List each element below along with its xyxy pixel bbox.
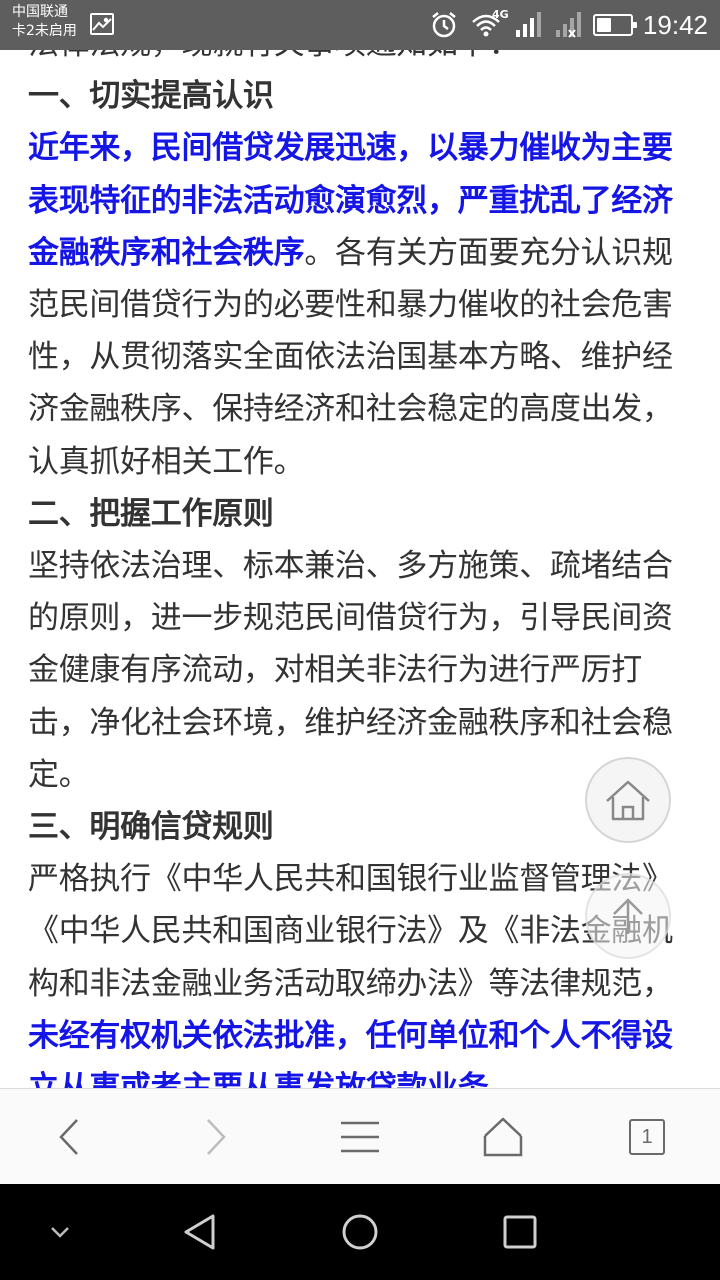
tab-count: 1	[641, 1125, 653, 1148]
nav-back-button[interactable]	[155, 1184, 245, 1280]
signal-icon	[515, 12, 541, 37]
system-nav-bar	[0, 1184, 720, 1280]
status-bar: 中国联通 卡2未启用 4G 19:42	[0, 0, 720, 50]
carrier-info: 中国联通 卡2未启用	[12, 3, 77, 40]
wifi-icon	[472, 14, 500, 37]
nav-recents-button[interactable]	[475, 1184, 565, 1280]
collapse-icon	[51, 1227, 69, 1238]
heading-section-2: 二、把握工作原则	[28, 495, 274, 532]
menu-icon	[341, 1121, 379, 1153]
body-text: 。各有关方面要充分认识规范民间借贷行为的必要性和暴力催收的社会危害性，从贯彻落实…	[28, 234, 673, 480]
battery-level	[596, 18, 612, 32]
home-button[interactable]	[463, 1089, 543, 1185]
heading-section-3: 三、明确信贷规则	[28, 809, 274, 846]
chevron-right-icon	[207, 1119, 226, 1155]
recents-square-icon	[503, 1215, 537, 1249]
paragraph-section-2: 坚持依法治理、标本兼治、多方施策、疏堵结合的原则，进一步规范民间借贷行为，引导民…	[28, 548, 673, 793]
chevron-left-icon	[59, 1119, 78, 1155]
paragraph-section-1: 近年来，民间借贷发展迅速，以暴力催收为主要表现特征的非法活动愈演愈烈，严重扰乱了…	[28, 122, 676, 487]
forward-button[interactable]	[175, 1089, 255, 1185]
alarm-icon	[432, 12, 456, 38]
carrier-name: 中国联通	[12, 4, 68, 20]
back-triangle-icon	[184, 1214, 215, 1250]
nav-home-button[interactable]	[315, 1184, 405, 1280]
floating-home-button[interactable]	[585, 757, 671, 843]
home-icon	[483, 1117, 523, 1157]
heading-section-1: 一、切实提高认识	[28, 78, 274, 115]
battery-icon	[592, 14, 637, 36]
browser-toolbar: 1	[0, 1088, 720, 1184]
tabs-icon: 1	[629, 1119, 665, 1155]
home-circle-icon	[342, 1214, 378, 1250]
paragraph-section-3: 严格执行《中华人民共和国银行业监督管理法》《中华人民共和国商业银行法》及《非法金…	[28, 853, 676, 1088]
tabs-button[interactable]: 1	[607, 1089, 687, 1185]
home-outline-icon	[606, 780, 650, 821]
collapse-nav-button[interactable]	[15, 1184, 105, 1280]
no-sim-signal-icon	[555, 12, 581, 38]
clock: 19:42	[642, 9, 708, 40]
article-body: 法律法规，现就有关事项通知如下： 一、切实提高认识 近年来，民间借贷发展迅速，以…	[28, 50, 676, 1088]
image-notification-icon	[90, 13, 114, 35]
back-button[interactable]	[30, 1089, 110, 1185]
highlighted-text: 未经有权机关依法批准，任何单位和个人不得设立从事或者主要从事发放贷款业务	[28, 1017, 673, 1088]
arrow-up-icon	[613, 898, 643, 934]
body-text: 严格执行《中华人民共和国银行业监督管理法》《中华人民共和国商业银行法》及《非法金…	[28, 861, 673, 1002]
scroll-to-top-button[interactable]	[585, 873, 671, 959]
sim2-status: 卡2未启用	[12, 23, 77, 39]
menu-button[interactable]	[320, 1089, 400, 1185]
paragraph-intro: 法律法规，现就有关事项通知如下：	[28, 50, 676, 70]
